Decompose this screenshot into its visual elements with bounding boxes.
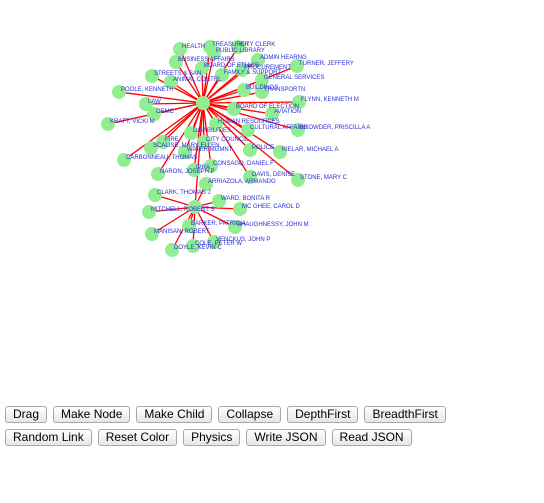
drag-button[interactable]: Drag — [5, 406, 48, 423]
node-label: CULTURAL AFFAIRS — [250, 125, 307, 131]
toolbar-row-2: Random Link Reset Color Physics Write JSON R… — [5, 429, 416, 447]
node-label: MITCHELL, ROBERT S — [151, 207, 214, 213]
physics-button[interactable]: Physics — [183, 429, 241, 446]
write-json-button[interactable]: Write JSON — [246, 429, 326, 446]
make-node-button[interactable]: Make Node — [53, 406, 131, 423]
node-label: ANIMAL CONTRL — [173, 77, 222, 83]
node-label: FLYNN, KENNETH M — [301, 97, 359, 103]
node-label: MC GHEE, CAROL D — [242, 204, 300, 210]
graph-edge — [118, 91, 204, 104]
node-label: MANISAN, ROBERT — [154, 229, 210, 235]
node-label: COLE, PETER W — [195, 241, 242, 247]
node-label: TRANSPORTN — [264, 87, 305, 93]
node-label: KIELAR, MICHAEL A — [282, 147, 338, 153]
collapse-button[interactable]: Collapse — [218, 406, 282, 423]
node-label: DAVIS, DENISE — [252, 172, 295, 178]
node-label: KRAFT, VICKI M — [110, 119, 155, 125]
node-label: POLICE — [252, 145, 274, 151]
node-label: CARBONNEAU, THOMAS — [126, 155, 197, 161]
read-json-button[interactable]: Read JSON — [331, 429, 412, 446]
node-label: ARRIAZOLA, ARMANDO — [208, 179, 276, 185]
toolbar-row-1: Drag Make Node Make Child Collapse DepthFirs… — [5, 406, 450, 424]
node-label: BROWDER, PRISCILLA A — [300, 125, 370, 131]
graph-edge — [202, 101, 300, 104]
node-label: PUBLIC LIBRARY — [216, 48, 265, 54]
node-label: OEMC — [156, 109, 175, 115]
node-label: WARD, BONITA R — [221, 196, 271, 202]
depth-first-button[interactable]: DepthFirst — [287, 406, 359, 423]
node-label: NARON, JOSEPH P — [160, 169, 215, 175]
node-label: DISABILITIES — [193, 128, 231, 134]
graph-hub-node[interactable] — [196, 96, 210, 110]
node-label: WATER MGMNT — [187, 147, 233, 153]
node-label: STONE, MARY C — [300, 175, 348, 181]
node-label: CLARK, THOMAS J — [157, 190, 211, 196]
node-label: AVIATION — [274, 109, 301, 115]
node-label: BOARD OF ETHICS — [204, 63, 259, 69]
node-label: CONSAGO, DANIEL F — [213, 161, 274, 167]
random-link-button[interactable]: Random Link — [5, 429, 92, 446]
node-label: GENERAL SERVICES — [264, 75, 324, 81]
node-label: LAW — [148, 99, 161, 105]
make-child-button[interactable]: Make Child — [136, 406, 213, 423]
node-label: SHAUGHNESSY, JOHN M — [237, 222, 309, 228]
reset-color-button[interactable]: Reset Color — [97, 429, 178, 446]
graph-canvas[interactable]: TREASURERCITY CLERKHEALTHPUBLIC LIBRARYA… — [0, 0, 544, 400]
breadth-first-button[interactable]: BreadthFirst — [364, 406, 446, 423]
node-label: POOLE, KENNETH — [121, 87, 174, 93]
node-label: HEALTH — [182, 44, 205, 50]
node-label: TURNER, JEFFERY — [299, 61, 354, 67]
